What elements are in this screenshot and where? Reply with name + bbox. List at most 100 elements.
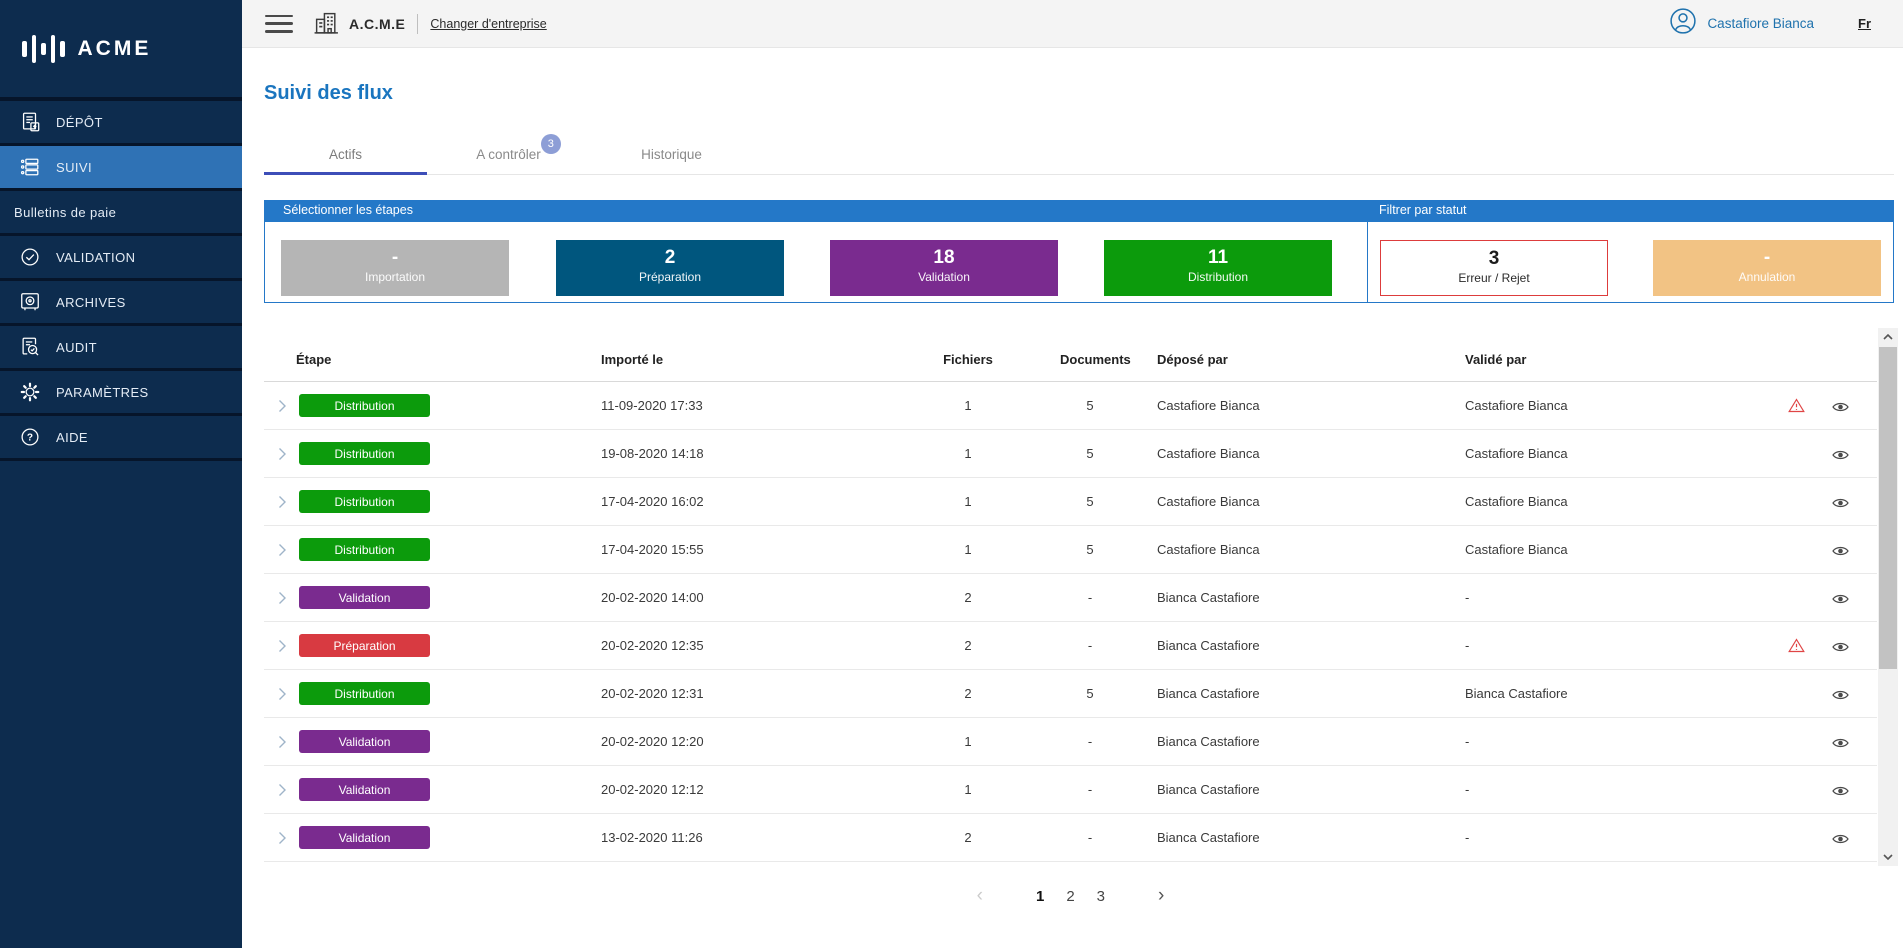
view-details-button[interactable] (1832, 496, 1849, 514)
row-expand-chevron[interactable] (278, 735, 287, 754)
scrollbar-up-arrow[interactable] (1878, 328, 1898, 346)
row-expand-chevron[interactable] (278, 495, 287, 514)
view-details-button[interactable] (1832, 784, 1849, 802)
row-files-count: 2 (938, 590, 998, 605)
user-name[interactable]: Castafiore Bianca (1707, 16, 1814, 31)
scrollbar[interactable] (1878, 328, 1898, 866)
table-row[interactable]: Distribution 20-02-2020 12:31 2 5 Bianca… (264, 670, 1877, 718)
tab-count-badge: 3 (541, 134, 561, 154)
brand-logo: ACME (0, 0, 242, 101)
table-row[interactable]: Distribution 19-08-2020 14:18 1 5 Castaf… (264, 430, 1877, 478)
row-files-count: 2 (938, 830, 998, 845)
view-details-button[interactable] (1832, 400, 1849, 418)
sidebar: ACME DÉPÔT SUIVI Bulletins de paie (0, 0, 242, 948)
row-files-count: 2 (938, 638, 998, 653)
sidebar-item-parametres[interactable]: PARAMÈTRES (0, 371, 242, 416)
deposit-icon (18, 110, 42, 134)
view-details-button[interactable] (1832, 832, 1849, 850)
view-details-button[interactable] (1832, 736, 1849, 754)
table-row[interactable]: Préparation 20-02-2020 12:35 2 - Bianca … (264, 622, 1877, 670)
stage-badge: Distribution (299, 682, 430, 705)
menu-button[interactable] (265, 15, 293, 33)
table-row[interactable]: Validation 13-02-2020 11:26 2 - Bianca C… (264, 814, 1877, 862)
step-card-distribution[interactable]: 11 Distribution (1104, 240, 1332, 296)
column-header-valide-par: Validé par (1465, 352, 1526, 367)
sidebar-item-label: VALIDATION (56, 250, 135, 265)
status-card-label: Annulation (1653, 270, 1881, 284)
view-details-button[interactable] (1832, 688, 1849, 706)
row-imported-date: 17-04-2020 16:02 (601, 494, 704, 509)
row-documents-count: - (1060, 638, 1120, 653)
table-row[interactable]: Distribution 11-09-2020 17:33 1 5 Castaf… (264, 382, 1877, 430)
row-documents-count: 5 (1060, 542, 1120, 557)
row-deposited-by: Bianca Castafiore (1157, 686, 1260, 701)
row-validated-by: Castafiore Bianca (1465, 542, 1568, 557)
row-expand-chevron[interactable] (278, 783, 287, 802)
column-header-importe-le: Importé le (601, 352, 663, 367)
row-expand-chevron[interactable] (278, 591, 287, 610)
table-row[interactable]: Validation 20-02-2020 12:12 1 - Bianca C… (264, 766, 1877, 814)
sidebar-item-archives[interactable]: ARCHIVES (0, 281, 242, 326)
row-validated-by: - (1465, 782, 1469, 797)
step-card-validation[interactable]: 18 Validation (830, 240, 1058, 296)
row-expand-chevron[interactable] (278, 447, 287, 466)
sidebar-item-depot[interactable]: DÉPÔT (0, 101, 242, 146)
column-header-documents: Documents (1060, 352, 1120, 367)
status-card-annulation[interactable]: - Annulation (1653, 240, 1881, 296)
sidebar-item-validation[interactable]: VALIDATION (0, 236, 242, 281)
status-card-value: 3 (1381, 248, 1607, 270)
scrollbar-thumb[interactable] (1879, 347, 1897, 669)
table-row[interactable]: Distribution 17-04-2020 16:02 1 5 Castaf… (264, 478, 1877, 526)
row-expand-chevron[interactable] (278, 639, 287, 658)
warning-icon (1788, 638, 1805, 658)
change-company-link[interactable]: Changer d'entreprise (430, 17, 546, 31)
pagination-page-2[interactable]: 2 (1066, 888, 1074, 905)
pagination-page-1[interactable]: 1 (1036, 888, 1044, 905)
pagination-prev[interactable]: ‹ (977, 885, 983, 907)
scrollbar-down-arrow[interactable] (1878, 848, 1898, 866)
audit-document-icon (18, 335, 42, 359)
status-card-label: Erreur / Rejet (1381, 271, 1607, 285)
row-expand-chevron[interactable] (278, 831, 287, 850)
tab-a-controler[interactable]: A contrôler3 (427, 128, 590, 174)
tab-label: Actifs (329, 147, 362, 162)
view-details-button[interactable] (1832, 640, 1849, 658)
row-expand-chevron[interactable] (278, 543, 287, 562)
step-card-value: - (281, 247, 509, 269)
view-details-button[interactable] (1832, 544, 1849, 562)
step-card-importation[interactable]: - Importation (281, 240, 509, 296)
user-avatar-icon (1669, 7, 1697, 40)
filter-band-divider (1367, 222, 1368, 303)
sidebar-item-suivi[interactable]: SUIVI (0, 146, 242, 191)
status-card-value: - (1653, 247, 1881, 269)
view-details-button[interactable] (1832, 448, 1849, 466)
step-card-preparation[interactable]: 2 Préparation (556, 240, 784, 296)
row-documents-count: - (1060, 734, 1120, 749)
sidebar-item-audit[interactable]: AUDIT (0, 326, 242, 371)
table-row[interactable]: Validation 20-02-2020 14:00 2 - Bianca C… (264, 574, 1877, 622)
pagination-next[interactable]: › (1158, 885, 1164, 907)
status-card-erreur-rejet[interactable]: 3 Erreur / Rejet (1380, 240, 1608, 296)
language-toggle[interactable]: Fr (1858, 16, 1871, 31)
sidebar-item-label: AIDE (56, 430, 88, 445)
tab-label: Historique (641, 147, 702, 162)
table-row[interactable]: Distribution 17-04-2020 15:55 1 5 Castaf… (264, 526, 1877, 574)
row-documents-count: - (1060, 830, 1120, 845)
sidebar-item-bulletins-de-paie[interactable]: Bulletins de paie (0, 191, 242, 236)
row-deposited-by: Castafiore Bianca (1157, 494, 1260, 509)
tab-historique[interactable]: Historique (590, 128, 753, 174)
row-expand-chevron[interactable] (278, 687, 287, 706)
table-row[interactable]: Validation 20-02-2020 12:20 1 - Bianca C… (264, 718, 1877, 766)
row-files-count: 1 (938, 782, 998, 797)
row-deposited-by: Castafiore Bianca (1157, 446, 1260, 461)
view-details-button[interactable] (1832, 592, 1849, 610)
pagination-page-3[interactable]: 3 (1097, 888, 1105, 905)
row-expand-chevron[interactable] (278, 399, 287, 418)
company-name: A.C.M.E (349, 16, 405, 32)
row-deposited-by: Bianca Castafiore (1157, 638, 1260, 653)
sidebar-item-aide[interactable]: ? AIDE (0, 416, 242, 461)
app-root: ACME DÉPÔT SUIVI Bulletins de paie (0, 0, 1903, 948)
svg-text:?: ? (27, 433, 33, 444)
column-header-etape: Étape (296, 352, 331, 367)
tab-actifs[interactable]: Actifs (264, 128, 427, 174)
